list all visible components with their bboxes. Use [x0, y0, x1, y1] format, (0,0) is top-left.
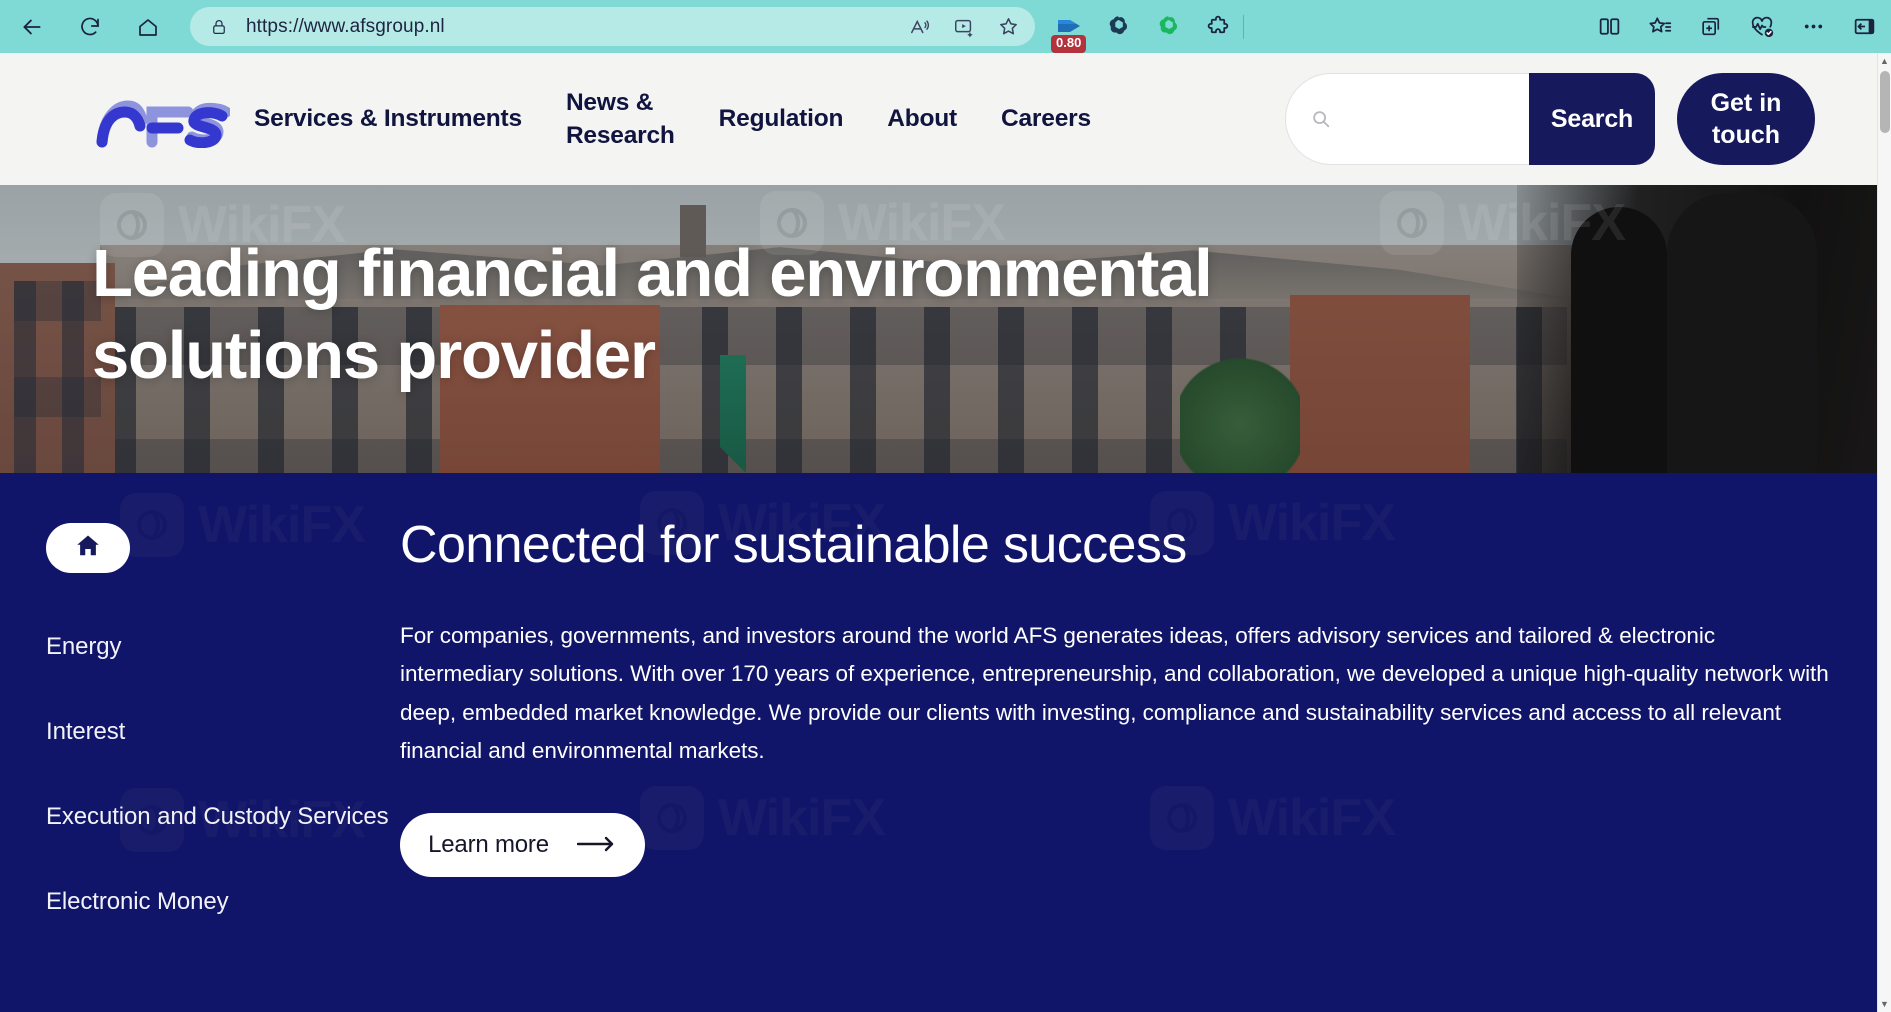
sidebar-item-interest[interactable]: Interest	[46, 718, 400, 746]
content-main-column: Connected for sustainable success For co…	[400, 473, 1877, 1012]
reload-button[interactable]	[72, 9, 108, 45]
nav-about[interactable]: About	[887, 102, 957, 135]
sidebar-item-energy[interactable]: Energy	[46, 633, 400, 661]
search-icon	[1310, 108, 1332, 130]
browser-essentials-icon[interactable]	[1743, 8, 1781, 46]
arrow-right-icon	[576, 831, 617, 859]
open-sidebar-icon[interactable]	[1845, 8, 1883, 46]
afs-logo[interactable]	[92, 90, 232, 149]
collections-icon[interactable]	[1692, 8, 1730, 46]
back-button[interactable]	[14, 9, 50, 45]
split-screen-icon[interactable]	[1590, 8, 1628, 46]
hero-title: Leading financial and environmental solu…	[92, 236, 1213, 394]
nav-careers[interactable]: Careers	[1001, 102, 1091, 135]
video-extension-icon[interactable]: 0.80	[1049, 8, 1087, 53]
extensions-zone: 0.80	[1049, 8, 1237, 53]
section-body-text: For companies, governments, and investor…	[400, 623, 1829, 764]
scroll-down-arrow[interactable]: ▼	[1878, 996, 1891, 1012]
hero-banner: WikiFX WikiFX WikiFX Leading financial a…	[0, 185, 1877, 473]
search-input[interactable]	[1344, 108, 1494, 130]
web-page: Services & Instruments News & Research R…	[0, 53, 1877, 1012]
nav-regulation[interactable]: Regulation	[719, 102, 844, 135]
scrollbar-thumb[interactable]	[1880, 71, 1890, 133]
main-navigation: Services & Instruments News & Research R…	[254, 86, 1135, 152]
openai-green-extension-icon[interactable]	[1149, 8, 1187, 46]
media-player-icon[interactable]	[947, 10, 981, 44]
learn-more-button[interactable]: Learn more	[400, 812, 645, 877]
nav-services-instruments[interactable]: Services & Instruments	[254, 102, 522, 135]
read-aloud-icon[interactable]	[903, 10, 937, 44]
search-field[interactable]	[1285, 73, 1529, 165]
side-navigation: Energy Interest Execution and Custody Se…	[0, 473, 400, 1012]
section-heading: Connected for sustainable success	[400, 516, 1187, 574]
search-button[interactable]: Search	[1529, 73, 1655, 165]
sidebar-item-electronic-money[interactable]: Electronic Money	[46, 888, 400, 916]
extension-badge: 0.80	[1051, 35, 1087, 53]
nav-news-research[interactable]: News & Research	[566, 86, 675, 152]
url-text: https://www.afsgroup.nl	[246, 15, 445, 37]
favorite-star-icon[interactable]	[991, 10, 1025, 44]
toolbar-right-zone	[1590, 8, 1891, 46]
home-button[interactable]	[130, 9, 166, 45]
search-area: Search Get in touch	[1285, 73, 1877, 165]
get-in-touch-button[interactable]: Get in touch	[1677, 73, 1815, 165]
browser-toolbar: https://www.afsgroup.nl 0.80	[0, 0, 1891, 53]
learn-more-label: Learn more	[428, 830, 549, 858]
home-pill-button[interactable]	[46, 523, 130, 573]
home-icon	[73, 531, 103, 566]
lock-icon	[210, 18, 228, 36]
puzzle-extension-icon[interactable]	[1199, 8, 1237, 46]
vertical-scrollbar[interactable]: ▲ ▼	[1877, 53, 1891, 1012]
scroll-up-arrow[interactable]: ▲	[1878, 53, 1891, 69]
sidebar-item-execution-custody-services[interactable]: Execution and Custody Services	[46, 803, 400, 831]
content-section: WikiFX WikiFX WikiFX WikiFX WikiFX WikiF…	[0, 473, 1877, 1012]
settings-more-icon[interactable]	[1794, 8, 1832, 46]
openai-dark-extension-icon[interactable]	[1099, 8, 1137, 46]
favorites-icon[interactable]	[1641, 8, 1679, 46]
site-header: Services & Instruments News & Research R…	[0, 53, 1877, 185]
address-bar[interactable]: https://www.afsgroup.nl	[190, 7, 1035, 46]
address-bar-icons	[903, 7, 1025, 46]
toolbar-divider	[1243, 14, 1244, 39]
